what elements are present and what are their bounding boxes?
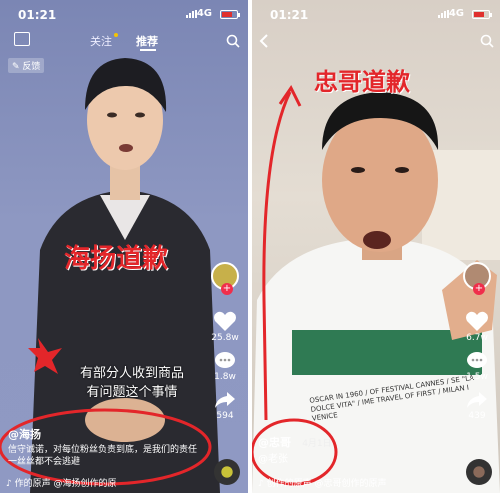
subtitle-line-1: 有部分人收到商品: [79, 366, 184, 381]
subtitle-line-2: 有问题这个事情: [86, 385, 178, 400]
right-video-panel: OSCAR IN 1960 / OF FESTIVAL CANNES / SE …: [252, 0, 500, 493]
search-icon[interactable]: [480, 34, 494, 48]
music-note-icon: ♪: [258, 479, 264, 489]
live-tv-icon[interactable]: [14, 32, 30, 46]
tagged-user[interactable]: @老张: [258, 453, 438, 467]
like-icon[interactable]: [465, 310, 489, 332]
tab-recommend[interactable]: 推荐: [136, 33, 158, 49]
edit-icon: ✎: [12, 62, 20, 72]
like-count: 6.7w: [466, 333, 488, 343]
tab-follow[interactable]: 关注: [90, 33, 112, 49]
right-caption-block: @忠哥 4月1日 @老张: [258, 436, 438, 467]
follow-plus-icon[interactable]: +: [221, 283, 233, 295]
feedback-label: 反馈: [22, 62, 41, 72]
left-music-row[interactable]: ♪ 作的原声 @海扬创作的原: [6, 476, 117, 489]
music-disc-icon[interactable]: [466, 459, 492, 485]
right-status-bar: 01:21 4G: [252, 0, 500, 30]
network-label: 4G: [196, 8, 212, 19]
share-icon[interactable]: [466, 390, 488, 410]
tab-underline: [140, 49, 156, 51]
left-top-nav: 关注 推荐: [0, 30, 248, 54]
author-name[interactable]: @忠哥: [258, 436, 291, 449]
like-count: 25.8w: [211, 333, 239, 343]
comment-count: 1.8w: [214, 372, 236, 382]
left-video-panel: 01:21 4G 关注 推荐 ✎ 反馈 海扬道歉 有部分人收到商品 有问题这个事…: [0, 0, 248, 493]
share-icon[interactable]: [214, 390, 236, 410]
status-time: 01:21: [18, 8, 57, 22]
author-name[interactable]: @海扬: [8, 428, 204, 442]
follow-plus-icon[interactable]: +: [473, 283, 485, 295]
left-action-bar: + 25.8w 1.8w 594: [208, 262, 242, 421]
search-icon[interactable]: [226, 34, 240, 48]
right-action-bar: + 6.7w 1.5w 439: [460, 262, 494, 421]
back-chevron-icon[interactable]: [258, 34, 270, 48]
right-overlay-title: 忠哥道歉: [314, 67, 410, 96]
feedback-button[interactable]: ✎ 反馈: [8, 58, 45, 73]
music-disc-icon[interactable]: [214, 459, 240, 485]
right-music-row[interactable]: ♪ 创作的原声 @忠哥创作的原声: [258, 476, 387, 489]
author-avatar[interactable]: +: [211, 262, 239, 295]
left-subtitle: 有部分人收到商品 有问题这个事情: [52, 362, 212, 400]
post-date: 4月1日: [302, 439, 332, 449]
author-row: @忠哥 4月1日: [258, 436, 438, 451]
music-label: 作的原声 @海扬创作的原: [14, 479, 117, 489]
comment-count: 1.5w: [466, 372, 488, 382]
comment-icon[interactable]: [214, 351, 236, 371]
battery-icon: [220, 10, 240, 19]
music-label: 创作的原声 @忠哥创作的原声: [266, 479, 387, 489]
network-label: 4G: [448, 8, 464, 19]
notification-dot: [114, 33, 118, 37]
left-caption-block: @海扬 信守诚诺，对每位粉丝负责到底，是我们的责任一丝丝都不会逃避: [8, 428, 204, 468]
author-avatar[interactable]: +: [463, 262, 491, 295]
left-status-bar: 01:21 4G: [0, 0, 248, 30]
caption-text: 信守诚诺，对每位粉丝负责到底，是我们的责任一丝丝都不会逃避: [8, 445, 198, 467]
left-overlay-title: 海扬道歉: [64, 244, 169, 274]
share-count: 594: [216, 411, 234, 421]
battery-icon: [472, 10, 492, 19]
music-note-icon: ♪: [6, 479, 12, 489]
status-time: 01:21: [270, 8, 309, 22]
comment-icon[interactable]: [466, 351, 488, 371]
share-count: 439: [468, 411, 486, 421]
like-icon[interactable]: [213, 310, 237, 332]
